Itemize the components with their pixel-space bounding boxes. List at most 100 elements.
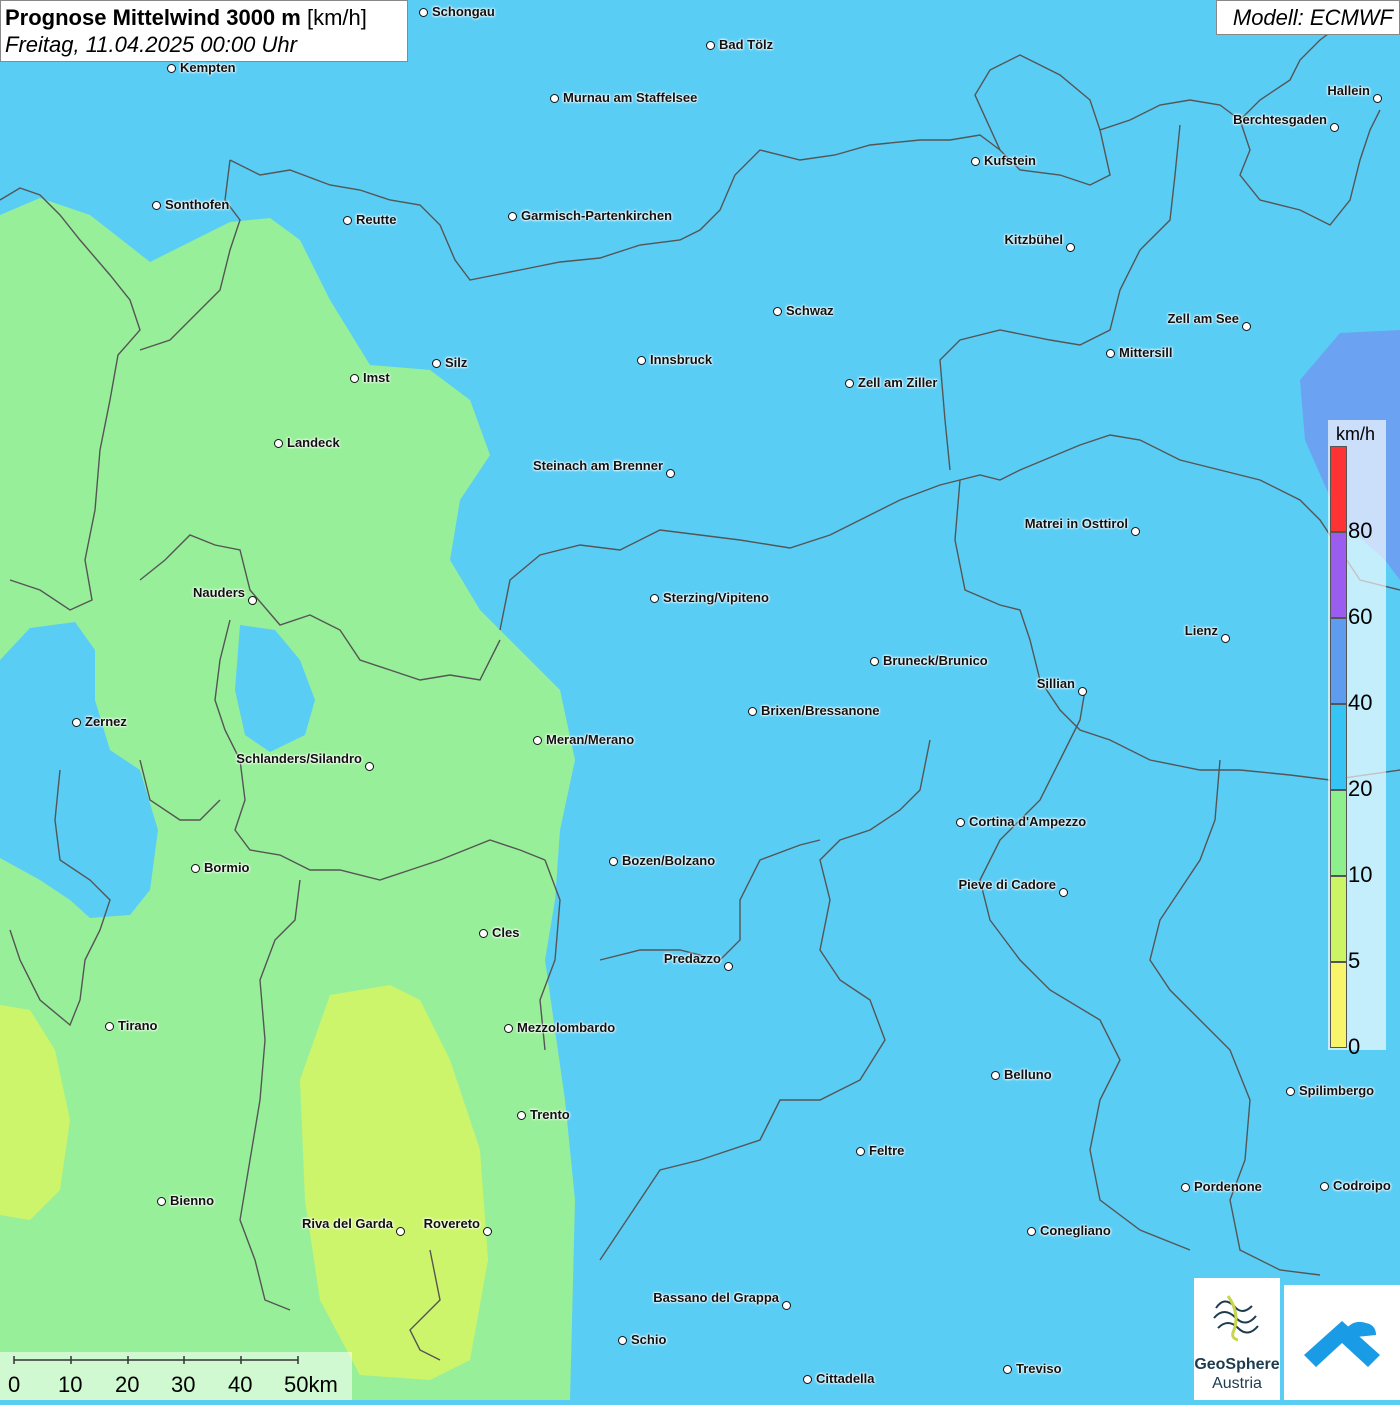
city-label: Codroipo (1333, 1178, 1391, 1193)
city-marker-icon (803, 1375, 812, 1384)
city-label: Belluno (1004, 1067, 1052, 1082)
map-title-text: Prognose Mittelwind 3000 m (5, 5, 301, 30)
scale-label-30: 30 (171, 1372, 196, 1397)
city-marker-icon (504, 1024, 513, 1033)
city-label: Bienno (170, 1193, 215, 1208)
scale-label-0: 0 (8, 1372, 21, 1397)
legend-unit: km/h (1336, 424, 1376, 444)
city-label: Mezzolombardo (517, 1020, 616, 1035)
city-marker-icon (152, 201, 161, 210)
city-label: Feltre (869, 1143, 905, 1158)
city-label: Conegliano (1040, 1223, 1111, 1238)
city-label: Nauders (192, 585, 245, 600)
city-label: Schio (631, 1332, 667, 1347)
city-marker-icon (432, 359, 441, 368)
title-box: Prognose Mittelwind 3000 m [km/h] Freita… (0, 0, 408, 62)
city-marker-icon (1373, 94, 1382, 103)
city-marker-icon (1181, 1183, 1190, 1192)
city-marker-icon (533, 736, 542, 745)
legend-tick-label: 0 (1348, 1034, 1361, 1059)
city-marker-icon (1027, 1227, 1036, 1236)
city-label: Berchtesgaden (1233, 112, 1327, 127)
city-label: Schongau (432, 4, 495, 19)
city-label: Innsbruck (650, 352, 713, 367)
city-marker-icon (1242, 322, 1251, 331)
city-marker-icon (508, 212, 517, 221)
city-marker-icon (1221, 634, 1230, 643)
geosphere-emblem-icon (1213, 1295, 1259, 1342)
legend-swatch (1330, 704, 1347, 790)
city-label: Trento (530, 1107, 570, 1122)
city-label: Bormio (204, 860, 250, 875)
city-label: Kufstein (984, 153, 1036, 168)
city-label: Bruneck/Brunico (883, 653, 988, 668)
city-marker-icon (1066, 243, 1075, 252)
city-marker-icon (167, 64, 176, 73)
city-label: Sonthofen (165, 197, 230, 212)
city-label: Silz (445, 355, 468, 370)
city-marker-icon (157, 1197, 166, 1206)
scale-label-50km: 50km (284, 1372, 338, 1397)
legend-swatch (1330, 790, 1347, 876)
city-label: Zernez (85, 714, 127, 729)
city-label: Sterzing/Vipiteno (663, 590, 769, 605)
city-marker-icon (991, 1071, 1000, 1080)
scale-bar: 0 10 20 30 40 50km (0, 1352, 352, 1400)
legend-tick-label: 80 (1348, 518, 1373, 543)
legend-tick-label: 40 (1348, 690, 1373, 715)
city-marker-icon (1078, 687, 1087, 696)
city-label: Cles (492, 925, 520, 940)
scale-label-10: 10 (58, 1372, 83, 1397)
city-marker-icon (856, 1147, 865, 1156)
city-label: Cortina d'Ampezzo (969, 814, 1087, 829)
legend-tick-label: 60 (1348, 604, 1373, 629)
city-label: Tirano (118, 1018, 158, 1033)
city-marker-icon (782, 1301, 791, 1310)
city-marker-icon (956, 818, 965, 827)
city-label: Bassano del Grappa (653, 1290, 779, 1305)
city-label: Riva del Garda (301, 1216, 393, 1231)
city-marker-icon (72, 718, 81, 727)
city-label: Landeck (287, 435, 340, 450)
legend-swatch (1330, 876, 1347, 962)
city-marker-icon (274, 439, 283, 448)
city-label: Pieve di Cadore (958, 877, 1056, 892)
city-marker-icon (1059, 888, 1068, 897)
legend-swatch (1330, 618, 1347, 704)
city-marker-icon (1320, 1182, 1329, 1191)
city-marker-icon (1131, 527, 1140, 536)
city-marker-icon (419, 8, 428, 17)
city-marker-icon (248, 596, 257, 605)
city-label: Treviso (1016, 1361, 1062, 1376)
legend-tick-label: 10 (1348, 862, 1373, 887)
city-label: Brixen/Bressanone (761, 703, 880, 718)
app-logo[interactable] (1284, 1285, 1400, 1400)
city-label: Murnau am Staffelsee (563, 90, 698, 105)
city-label: Cittadella (816, 1371, 875, 1386)
geosphere-name: GeoSphere (1194, 1356, 1280, 1373)
city-marker-icon (550, 94, 559, 103)
city-label: Predazzo (663, 951, 721, 966)
city-label: Reutte (356, 212, 397, 227)
city-label: Hallein (1327, 83, 1370, 98)
legend-tick-label: 20 (1348, 776, 1373, 801)
city-marker-icon (870, 657, 879, 666)
city-marker-icon (191, 864, 200, 873)
city-label: Kempten (180, 60, 236, 75)
map-title-unit: [km/h] (306, 5, 367, 30)
city-label: Pordenone (1194, 1179, 1262, 1194)
city-marker-icon (609, 857, 618, 866)
city-marker-icon (618, 1336, 627, 1345)
city-marker-icon (365, 762, 374, 771)
model-label: Modell: ECMWF (1216, 0, 1400, 35)
legend-tick-label: 5 (1348, 948, 1361, 973)
geosphere-logo[interactable]: GeoSphere Austria (1194, 1278, 1280, 1400)
city-marker-icon (971, 157, 980, 166)
city-label: Lienz (1184, 623, 1218, 638)
city-marker-icon (1106, 349, 1115, 358)
city-label: Imst (363, 370, 390, 385)
scale-label-40: 40 (228, 1372, 253, 1397)
city-label: Sillian (1036, 676, 1075, 691)
city-marker-icon (483, 1227, 492, 1236)
city-marker-icon (773, 307, 782, 316)
